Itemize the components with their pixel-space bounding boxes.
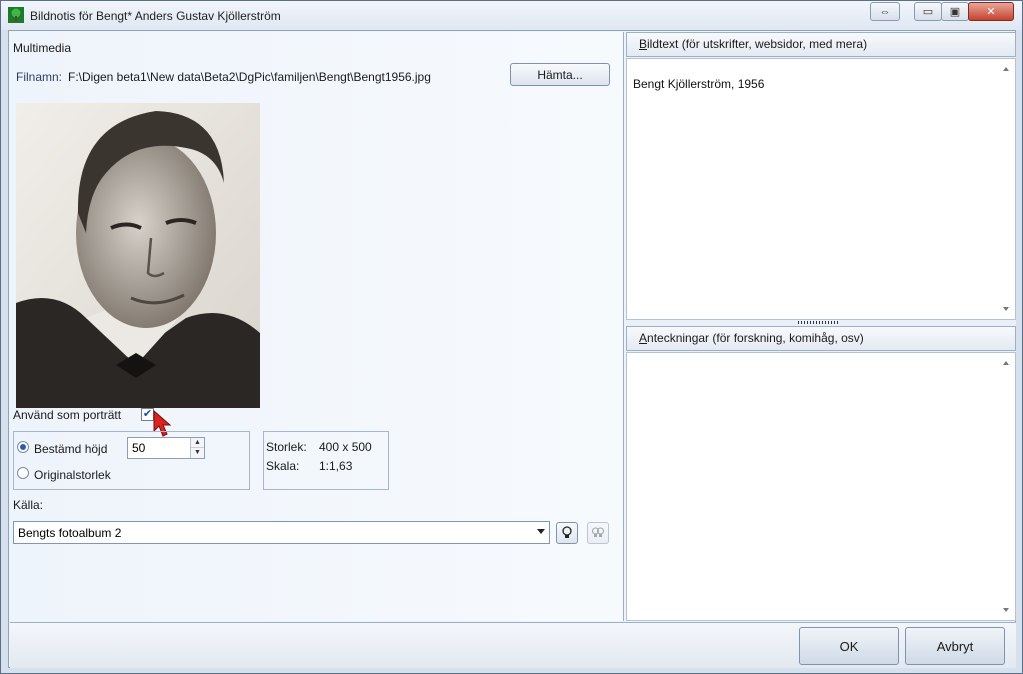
resize-toggle-button[interactable]: ⇔: [870, 2, 900, 21]
stepper-up-icon[interactable]: ▲: [191, 438, 204, 448]
lightbulb-icon: [562, 526, 572, 538]
scale-value: 1:1,63: [319, 459, 353, 473]
size-value: 400 x 500: [319, 440, 372, 454]
maximize-icon: ▣: [949, 6, 961, 18]
dialog-window: Bildnotis för Bengt* Anders Gustav Kjöll…: [0, 0, 1023, 674]
maximize-button[interactable]: ▣: [941, 2, 969, 21]
caption-pane-header: Bildtext (för utskrifter, websidor, med …: [626, 32, 1016, 57]
filename-label: Filnamn:: [16, 70, 63, 84]
portrait-photo[interactable]: [16, 103, 260, 408]
source-select[interactable]: Bengts fotoalbum 2: [13, 521, 550, 544]
fixed-height-radio[interactable]: [17, 441, 29, 453]
scroll-up-icon[interactable]: [1003, 361, 1009, 365]
stepper-buttons[interactable]: ▲ ▼: [190, 438, 204, 458]
source-selected-value: Bengts fotoalbum 2: [18, 526, 122, 540]
stepper-down-icon[interactable]: ▼: [191, 448, 204, 458]
source-lightbulb-button[interactable]: [556, 522, 578, 544]
caption-scrollbar[interactable]: [999, 59, 1015, 319]
notes-pane-header: Anteckningar (för forskning, komihåg, os…: [626, 326, 1016, 351]
scroll-down-icon[interactable]: [1003, 608, 1009, 612]
fetch-file-button[interactable]: Hämta...: [510, 63, 610, 86]
notes-scrollbar[interactable]: [999, 353, 1015, 620]
caption-header-accesskey: B: [639, 37, 648, 51]
scale-label: Skala:: [266, 459, 300, 473]
notes-header-text: nteckningar (för forskning, komihåg, osv…: [647, 331, 864, 345]
lightbulbs-icon: [591, 527, 605, 537]
source-label: Källa:: [13, 498, 44, 512]
use-as-portrait-label: Använd som porträtt: [13, 408, 122, 422]
fixed-height-label: Bestämd höjd: [34, 442, 108, 456]
dialog-footer: OK Avbryt: [10, 622, 1016, 668]
caption-text: Bengt Kjöllerström, 1956: [633, 77, 765, 91]
scroll-down-icon[interactable]: [1003, 307, 1009, 311]
fixed-height-value: 50: [132, 441, 146, 455]
text-panels: Bildtext (för utskrifter, websidor, med …: [626, 32, 1016, 621]
original-size-radio[interactable]: [17, 467, 29, 479]
checkmark-icon: ✔: [142, 408, 153, 420]
title-bar[interactable]: Bildnotis för Bengt* Anders Gustav Kjöll…: [1, 1, 1022, 30]
fixed-height-stepper[interactable]: 50 ▲ ▼: [127, 437, 205, 459]
ok-button[interactable]: OK: [799, 627, 899, 665]
close-icon: ✕: [986, 6, 996, 18]
filename-value: F:\Digen beta1\New data\Beta2\DgPic\fami…: [68, 70, 431, 84]
original-size-label: Originalstorlek: [34, 468, 111, 482]
cancel-button[interactable]: Avbryt: [905, 627, 1005, 665]
family-tree-app-icon: [8, 7, 24, 23]
notes-textarea[interactable]: [626, 352, 1016, 621]
close-button[interactable]: ✕: [968, 2, 1014, 21]
portrait-photo-icon: [16, 103, 260, 408]
minimize-icon: ▭: [922, 6, 934, 18]
multimedia-panel: Multimedia Filnamn: F:\Digen beta1\New d…: [10, 32, 624, 621]
multimedia-section-label: Multimedia: [13, 41, 72, 55]
notes-header-accesskey: A: [639, 331, 648, 345]
dialog-client-area: Multimedia Filnamn: F:\Digen beta1\New d…: [8, 30, 1016, 668]
minimize-button[interactable]: ▭: [914, 2, 942, 21]
pane-splitter-handle[interactable]: [798, 321, 838, 324]
size-label: Storlek:: [266, 440, 307, 454]
source-multi-lightbulb-button[interactable]: [587, 522, 609, 544]
caption-textarea[interactable]: Bengt Kjöllerström, 1956: [626, 58, 1016, 320]
scroll-up-icon[interactable]: [1003, 67, 1009, 71]
caption-header-text: ildtext (för utskrifter, websidor, med m…: [647, 37, 868, 51]
double-arrow-icon: ⇔: [879, 5, 891, 18]
window-title: Bildnotis för Bengt* Anders Gustav Kjöll…: [30, 9, 281, 23]
chevron-down-icon[interactable]: [537, 529, 545, 534]
